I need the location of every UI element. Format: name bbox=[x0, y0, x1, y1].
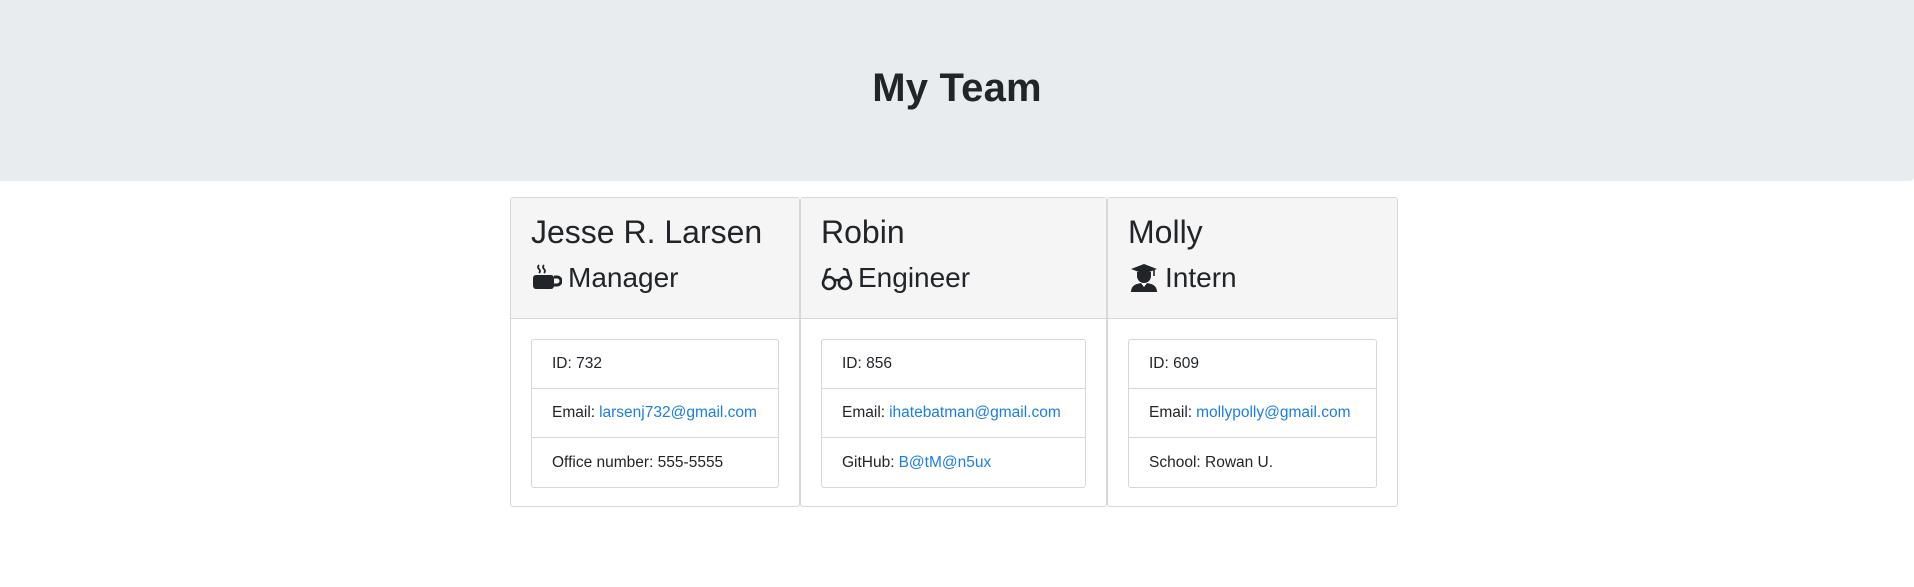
employee-card-engineer: Robin Engineer ID: 856 Email: ihatebatma… bbox=[800, 197, 1107, 507]
email-label: Email: bbox=[1149, 404, 1193, 421]
email-label: Email: bbox=[842, 404, 886, 421]
employee-email-row: Email: mollypolly@gmail.com bbox=[1129, 389, 1376, 438]
employee-details: ID: 609 Email: mollypolly@gmail.com Scho… bbox=[1128, 339, 1377, 488]
card-header: Jesse R. Larsen Manager bbox=[511, 198, 799, 319]
email-link[interactable]: ihatebatman@gmail.com bbox=[889, 404, 1061, 422]
github-link[interactable]: B@tM@n5ux bbox=[899, 454, 992, 472]
employee-role: Intern bbox=[1128, 260, 1377, 296]
employee-email-row: Email: larsenj732@gmail.com bbox=[532, 389, 778, 438]
role-label: Engineer bbox=[858, 262, 971, 293]
employee-details: ID: 732 Email: larsenj732@gmail.com Offi… bbox=[531, 339, 779, 488]
employee-id: ID: 609 bbox=[1129, 340, 1376, 389]
card-header: Molly Intern bbox=[1108, 198, 1397, 319]
role-label: Manager bbox=[568, 262, 679, 293]
coffee-icon bbox=[531, 263, 563, 293]
glasses-icon bbox=[821, 263, 853, 293]
card-body: ID: 609 Email: mollypolly@gmail.com Scho… bbox=[1108, 319, 1397, 488]
email-label: Email: bbox=[552, 404, 596, 421]
team-cards: Jesse R. Larsen Manager ID: 732 Email: l… bbox=[510, 197, 1398, 507]
employee-id: ID: 732 bbox=[532, 340, 778, 389]
email-link[interactable]: mollypolly@gmail.com bbox=[1196, 404, 1350, 422]
github-label: GitHub: bbox=[842, 453, 895, 471]
school: School: Rowan U. bbox=[1149, 453, 1274, 471]
employee-name: Robin bbox=[821, 214, 905, 250]
graduate-icon bbox=[1128, 263, 1160, 293]
employee-role: Manager bbox=[531, 260, 779, 296]
employee-name: Jesse R. Larsen bbox=[531, 214, 763, 250]
employee-role: Engineer bbox=[821, 260, 1086, 296]
github-row: GitHub: B@tM@n5ux bbox=[822, 438, 1085, 487]
role-label: Intern bbox=[1165, 262, 1237, 293]
employee-card-manager: Jesse R. Larsen Manager ID: 732 Email: l… bbox=[510, 197, 800, 507]
email-link[interactable]: larsenj732@gmail.com bbox=[599, 404, 757, 422]
employee-card-intern: Molly Intern ID: 609 Email: mollypolly@g… bbox=[1107, 197, 1398, 507]
employee-id: ID: 856 bbox=[822, 340, 1085, 389]
employee-email-row: Email: ihatebatman@gmail.com bbox=[822, 389, 1085, 438]
page-header: My Team bbox=[0, 0, 1914, 181]
employee-name: Molly bbox=[1128, 214, 1203, 250]
page-title: My Team bbox=[872, 65, 1042, 110]
office-number: Office number: 555-5555 bbox=[552, 453, 724, 471]
card-header: Robin Engineer bbox=[801, 198, 1106, 319]
card-body: ID: 856 Email: ihatebatman@gmail.com Git… bbox=[801, 319, 1106, 488]
card-body: ID: 732 Email: larsenj732@gmail.com Offi… bbox=[511, 319, 799, 488]
employee-details: ID: 856 Email: ihatebatman@gmail.com Git… bbox=[821, 339, 1086, 488]
